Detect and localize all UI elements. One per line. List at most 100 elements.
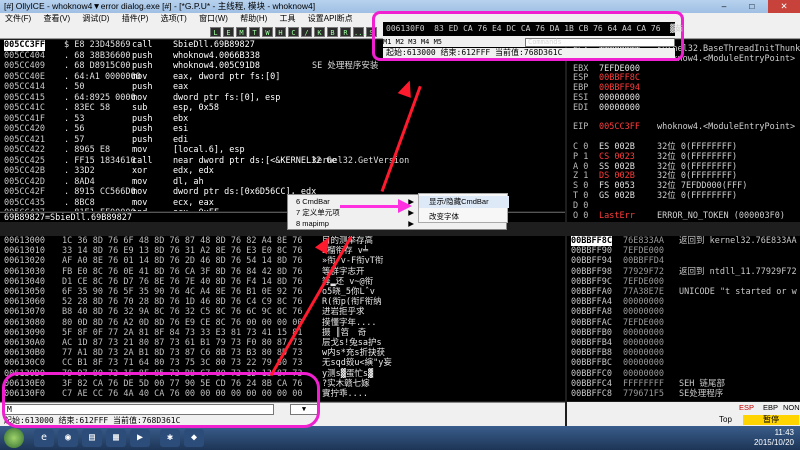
ie-icon[interactable]: e (34, 429, 54, 447)
disasm-comment: SE 处理程序安装 (312, 61, 379, 71)
disasm-instruction: mov eax, dword ptr fs:[0] (132, 71, 281, 82)
dump-hex: AC 1D 87 73 21 80 87 73 61 B1 79 73 F0 8… (62, 338, 303, 348)
disasm-address: 005CC41F (4, 113, 45, 124)
disasm-address: 005CC42F (4, 187, 45, 197)
menu-item-mapimp-label: 8 mapimp (296, 219, 329, 228)
menu-help[interactable]: 帮助(H) (235, 14, 272, 23)
dump-hex: AF A0 8E 76 01 14 8D 76 2D 46 8D 76 54 1… (62, 256, 303, 267)
menu-window[interactable]: 窗口(W) (194, 14, 233, 23)
dump-address: 00613010 (4, 246, 45, 257)
stack-pane[interactable]: 00BBFF8C 76E833AA 返回到 kernel32.76E833AA 00B… (567, 236, 800, 401)
close-button[interactable]: ✕ (768, 0, 800, 13)
disasm-row[interactable]: 005CC41F . 53 push ebx (0, 114, 565, 125)
disasm-row[interactable]: 005CC41C . 83EC 58 sub esp, 0x58 (0, 103, 565, 114)
clock-date: 2015/10/20 (753, 438, 794, 447)
disassembly-pane[interactable]: 005CC3FF $ E8 23D45869 call SbieDll.69B898… (0, 40, 565, 211)
dump-text: y测s▓蛋忙s▓ (322, 368, 374, 379)
dump-hex: 6F 35 90 76 5F 35 90 76 4C A4 8E 76 B1 0… (62, 287, 303, 297)
stack-value: 00000000 (623, 307, 664, 318)
media-icon[interactable]: ▶ (130, 429, 150, 447)
disasm-address: 005CC420 (4, 124, 45, 134)
disasm-hex: . 68 D8915C00 (64, 61, 131, 71)
menu-file[interactable]: 文件(F) (0, 14, 36, 23)
highlight-commands-field[interactable]: Commands (525, 38, 675, 47)
context-menu: 6 CmdBar ▶ 7 定义单元项 ▶ 8 mapimp ▶ 显示/隐藏Cmd… (287, 193, 509, 230)
disasm-row[interactable]: 005CC415 . 64:8925 0000 mov dword ptr fs:[… (0, 93, 565, 104)
calculator-icon[interactable]: ▦ (106, 429, 126, 447)
toolbar-button-slash[interactable]: / (301, 27, 312, 37)
toolbar-button-t[interactable]: T (249, 27, 260, 37)
highlight-status: 起始:613000 结束:612FFF 当前值:768D361C (383, 48, 675, 58)
dump-text: 进岩拒乎求 (322, 307, 365, 318)
disasm-row[interactable]: 005CC422 . 8965 E8 mov [local.6], esp (0, 145, 565, 156)
toolbar-button-k[interactable]: K (314, 27, 325, 37)
clock-time: 11:43 (774, 428, 794, 437)
toolbar-button-l[interactable]: L (210, 27, 221, 37)
window-title: [#] OllyICE - whoknow4▼error dialog.exe … (4, 1, 316, 11)
stack-address: 00BBFFAC (571, 317, 612, 328)
disasm-row[interactable]: 005CC409 . 68 D8915C00 push whoknow4.005C9… (0, 61, 565, 72)
dump-address: 00613080 (4, 317, 45, 328)
register-row[interactable]: O 0 LastErr ERROR_NO_TOKEN (000003F0) (573, 211, 785, 222)
start-button[interactable] (4, 428, 24, 448)
maximize-button[interactable]: □ (740, 0, 764, 13)
none-label[interactable]: NONE (783, 403, 800, 412)
disasm-hex: . 64:8925 0000 (64, 92, 136, 103)
menu-options[interactable]: 选项(T) (156, 14, 192, 23)
disasm-hex: . 64:A1 0000000 (64, 71, 141, 82)
clock[interactable]: 11:43 2015/10/20 (754, 428, 794, 448)
menu-debug[interactable]: 调试(D) (77, 14, 114, 23)
disasm-address: 005CC422 (4, 145, 45, 155)
toolbar-button-more[interactable]: ... (353, 27, 367, 37)
menu-item-mapimp[interactable]: 8 mapimp ▶ (288, 218, 418, 229)
disasm-row[interactable]: 005CC425 . FF15 1834610 call near dword pt… (0, 156, 565, 167)
disasm-hex: . 50 (64, 82, 85, 92)
stack-value: 7EFDE000 (623, 317, 664, 328)
disasm-address: 005CC3FF (4, 40, 45, 51)
menu-tools[interactable]: 工具 (275, 14, 301, 23)
toolbar-button-m[interactable]: M (236, 27, 247, 37)
menu-view[interactable]: 查看(V) (38, 14, 75, 23)
disasm-row[interactable]: 005CC42D . 8AD4 mov dl, ah (0, 177, 565, 188)
toolbar-button-e[interactable]: E (223, 27, 234, 37)
dump-address: 006130C0 (4, 358, 45, 369)
dump-address: 00613020 (4, 256, 45, 267)
chrome-icon[interactable]: ◉ (58, 429, 78, 447)
toolbar-button-r[interactable]: R (340, 27, 351, 37)
submenu-item-change-font[interactable]: 改变字体 (419, 211, 509, 223)
esp-label[interactable]: ESP (739, 403, 754, 412)
disasm-row[interactable]: 005CC42B . 33D2 xor edx, edx (0, 166, 565, 177)
registers-pane[interactable]: ECX00000000kernel32.BaseThreadInitThunkE… (567, 40, 800, 222)
disasm-row[interactable]: 005CC414 . 50 push eax (0, 82, 565, 93)
register-comment: 32位 0(FFFFFFFF) (657, 151, 738, 162)
disasm-instruction: push eax (132, 82, 189, 92)
highlight-top-cmdbar: 006130F0 83 ED CA 76 E4 DC CA 76 DA 1B C… (372, 11, 684, 61)
toolbar-button-c[interactable]: C (288, 27, 299, 37)
menu-api-breakpoint[interactable]: 设置API断点 (303, 14, 358, 23)
submenu-item-toggle-cmdbar[interactable]: 显示/隐藏CmdBar (419, 196, 509, 208)
toolbar-button-h[interactable]: H (275, 27, 286, 37)
dump-hex: 80 0D 8D 76 A2 0D 8D 76 E9 CE 8C 76 00 0… (62, 317, 303, 328)
disasm-row[interactable]: 005CC421 . 57 push edi (0, 135, 565, 146)
stack-value: 779671F5 (623, 389, 664, 399)
disasm-hex: . FF15 1834610 (64, 155, 136, 166)
disasm-address: 005CC42B (4, 166, 45, 176)
stack-comment: 返回到 kernel32.76E833AA (679, 236, 797, 246)
ollyice-icon[interactable]: ✱ (160, 429, 180, 447)
dump-address: 00613040 (4, 276, 45, 287)
menu-plugins[interactable]: 插件(P) (117, 14, 154, 23)
folder-icon[interactable]: ▤ (82, 429, 102, 447)
register-comment: 32位 0(FFFFFFFF) (657, 191, 738, 201)
disasm-row[interactable]: 005CC420 . 56 push esi (0, 124, 565, 135)
dump-address: 00613090 (4, 327, 45, 338)
disasm-row[interactable]: 005CC40E . 64:A1 0000000 mov eax, dword pt… (0, 72, 565, 83)
dump-hex: B8 40 8D 76 32 9A 8C 76 32 C5 8C 76 6C 9… (62, 307, 303, 318)
dump-text: 摸懂字年.... (322, 317, 377, 328)
ebp-label[interactable]: EBP (763, 403, 778, 412)
minimize-button[interactable]: – (712, 0, 736, 13)
toolbar-button-b[interactable]: B (327, 27, 338, 37)
toolbar-button-w[interactable]: W (262, 27, 273, 37)
stack-value: 00000000 (623, 338, 664, 348)
highlight-hex-line: 006130F0 83 ED CA 76 E4 DC CA 76 DA 1B C… (383, 22, 683, 36)
app-icon[interactable]: ◆ (184, 429, 204, 447)
